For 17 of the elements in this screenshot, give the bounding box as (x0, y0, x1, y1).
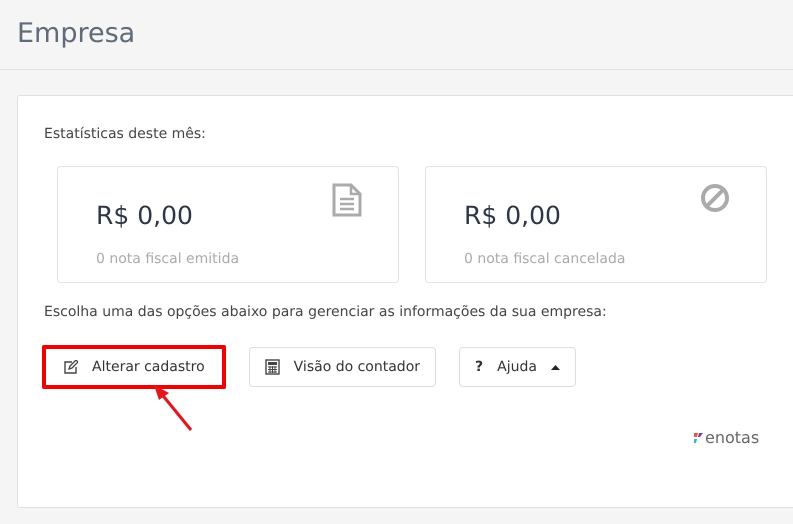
action-button[interactable]: Visão do contador (248, 347, 436, 387)
amount: R$ 0,00 (464, 200, 561, 232)
help-icon: ? (475, 356, 484, 378)
enotas-logo: enotas (694, 426, 760, 450)
calculator-icon (264, 359, 280, 375)
stat-caption: 0 nota fiscal emitida (96, 250, 240, 268)
arrow-annotation (151, 384, 195, 434)
stat-caption: 0 nota fiscal cancelada (464, 250, 626, 268)
amount: R$ 0,00 (96, 200, 193, 232)
section-label: Escolha uma das opções abaixo para gerenciar as informações da sua empresa: (44, 303, 608, 322)
section-label: Estatísticas deste mês: (44, 125, 207, 144)
ban-icon (700, 183, 730, 213)
page-title: Empresa (17, 17, 136, 52)
action-button[interactable]: Alterar cadastro (42, 345, 226, 389)
action-button[interactable]: ? Ajuda (459, 347, 576, 387)
edit-icon (63, 360, 78, 374)
document-icon (332, 183, 362, 217)
